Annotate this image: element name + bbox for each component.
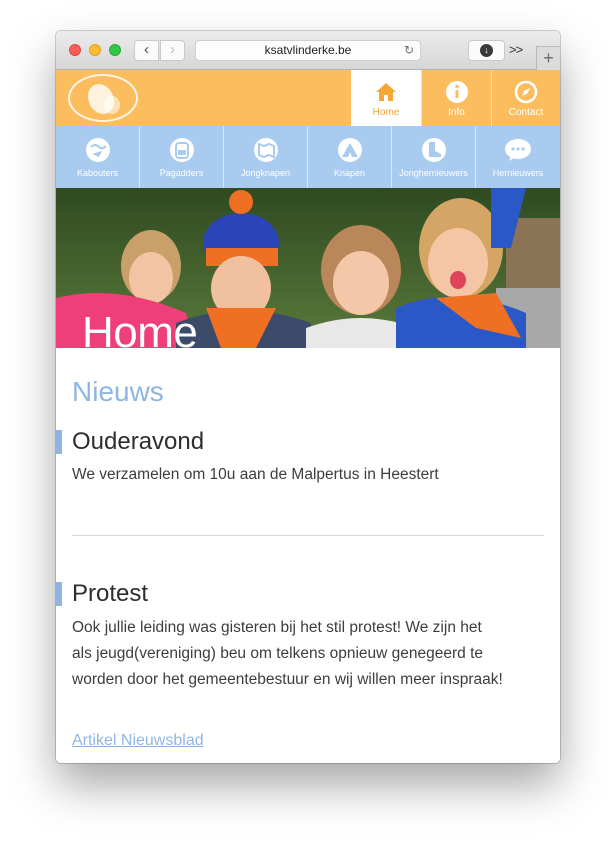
group-knapen[interactable]: Knapen bbox=[308, 126, 392, 188]
group-label: Kabouters bbox=[76, 168, 119, 178]
site-logo[interactable] bbox=[68, 74, 138, 122]
tent-icon bbox=[337, 138, 362, 162]
post-body: We verzamelen om 10u aan de Malpertus in… bbox=[72, 466, 439, 483]
group-kabouters[interactable]: Kabouters bbox=[56, 126, 140, 188]
more-toolbar-button[interactable]: >> bbox=[509, 42, 523, 57]
group-label: Pagadders bbox=[159, 168, 204, 178]
forward-button[interactable]: › bbox=[160, 40, 185, 61]
post-body: Ook jullie leiding was gisteren bij het … bbox=[72, 619, 503, 688]
zoom-window-button[interactable] bbox=[109, 44, 121, 56]
downloads-button[interactable]: ↓ bbox=[468, 40, 505, 61]
group-label: Hernieuwers bbox=[492, 168, 544, 178]
group-jongknapen[interactable]: Jongknapen bbox=[224, 126, 308, 188]
group-pagadders[interactable]: Pagadders bbox=[140, 126, 224, 188]
nav-info[interactable]: Info bbox=[421, 70, 491, 126]
download-icon: ↓ bbox=[480, 44, 493, 57]
article-link[interactable]: Artikel Nieuwsblad bbox=[72, 732, 204, 750]
new-tab-button[interactable]: + bbox=[536, 46, 560, 70]
hero-title: Home bbox=[82, 308, 198, 348]
compass-icon bbox=[514, 80, 538, 104]
post-accent-bar bbox=[56, 582, 62, 606]
info-icon bbox=[445, 81, 468, 103]
browser-window: ‹ › ksatvlinderke.be ↻ ↓ >> + Home Info … bbox=[56, 31, 560, 763]
house-icon bbox=[376, 83, 396, 101]
minimize-window-button[interactable] bbox=[89, 44, 101, 56]
nav-home-label: Home bbox=[372, 107, 400, 118]
browser-toolbar: ‹ › ksatvlinderke.be ↻ ↓ >> + bbox=[56, 31, 560, 70]
group-jonghernieuwers[interactable]: Jonghernieuwers bbox=[392, 126, 476, 188]
map-icon bbox=[253, 138, 278, 162]
url-text: ksatvlinderke.be bbox=[264, 43, 352, 57]
post-title[interactable]: Protest bbox=[72, 580, 148, 608]
hero-banner: Home bbox=[56, 188, 560, 348]
address-bar[interactable]: ksatvlinderke.be ↻ bbox=[195, 40, 421, 61]
post-accent-bar bbox=[56, 430, 62, 454]
site-header: Home Info Contact bbox=[56, 70, 560, 126]
nav-contact-label: Contact bbox=[508, 107, 544, 118]
news-heading: Nieuws bbox=[72, 376, 164, 407]
post-divider bbox=[72, 535, 544, 536]
group-hernieuwers[interactable]: Hernieuwers bbox=[476, 126, 560, 188]
page-viewport: Home Info Contact Kabouters Pagadders Jo… bbox=[56, 70, 560, 763]
post-title[interactable]: Ouderavond bbox=[72, 428, 204, 456]
reload-icon[interactable]: ↻ bbox=[404, 41, 414, 60]
boot-icon bbox=[421, 138, 446, 162]
group-label: Knapen bbox=[333, 168, 366, 178]
backpack-icon bbox=[169, 138, 194, 162]
nav-contact[interactable]: Contact bbox=[491, 70, 560, 126]
globe-plane-icon bbox=[85, 138, 110, 162]
group-label: Jonghernieuwers bbox=[399, 168, 468, 178]
groups-nav: Kabouters Pagadders Jongknapen Knapen Jo… bbox=[56, 126, 560, 188]
nav-home[interactable]: Home bbox=[351, 70, 421, 126]
butterfly-wing-shape bbox=[104, 96, 120, 114]
close-window-button[interactable] bbox=[69, 44, 81, 56]
back-button[interactable]: ‹ bbox=[134, 40, 159, 61]
group-label: Jongknapen bbox=[240, 168, 291, 178]
nav-info-label: Info bbox=[448, 107, 465, 118]
speech-icon bbox=[505, 139, 531, 161]
